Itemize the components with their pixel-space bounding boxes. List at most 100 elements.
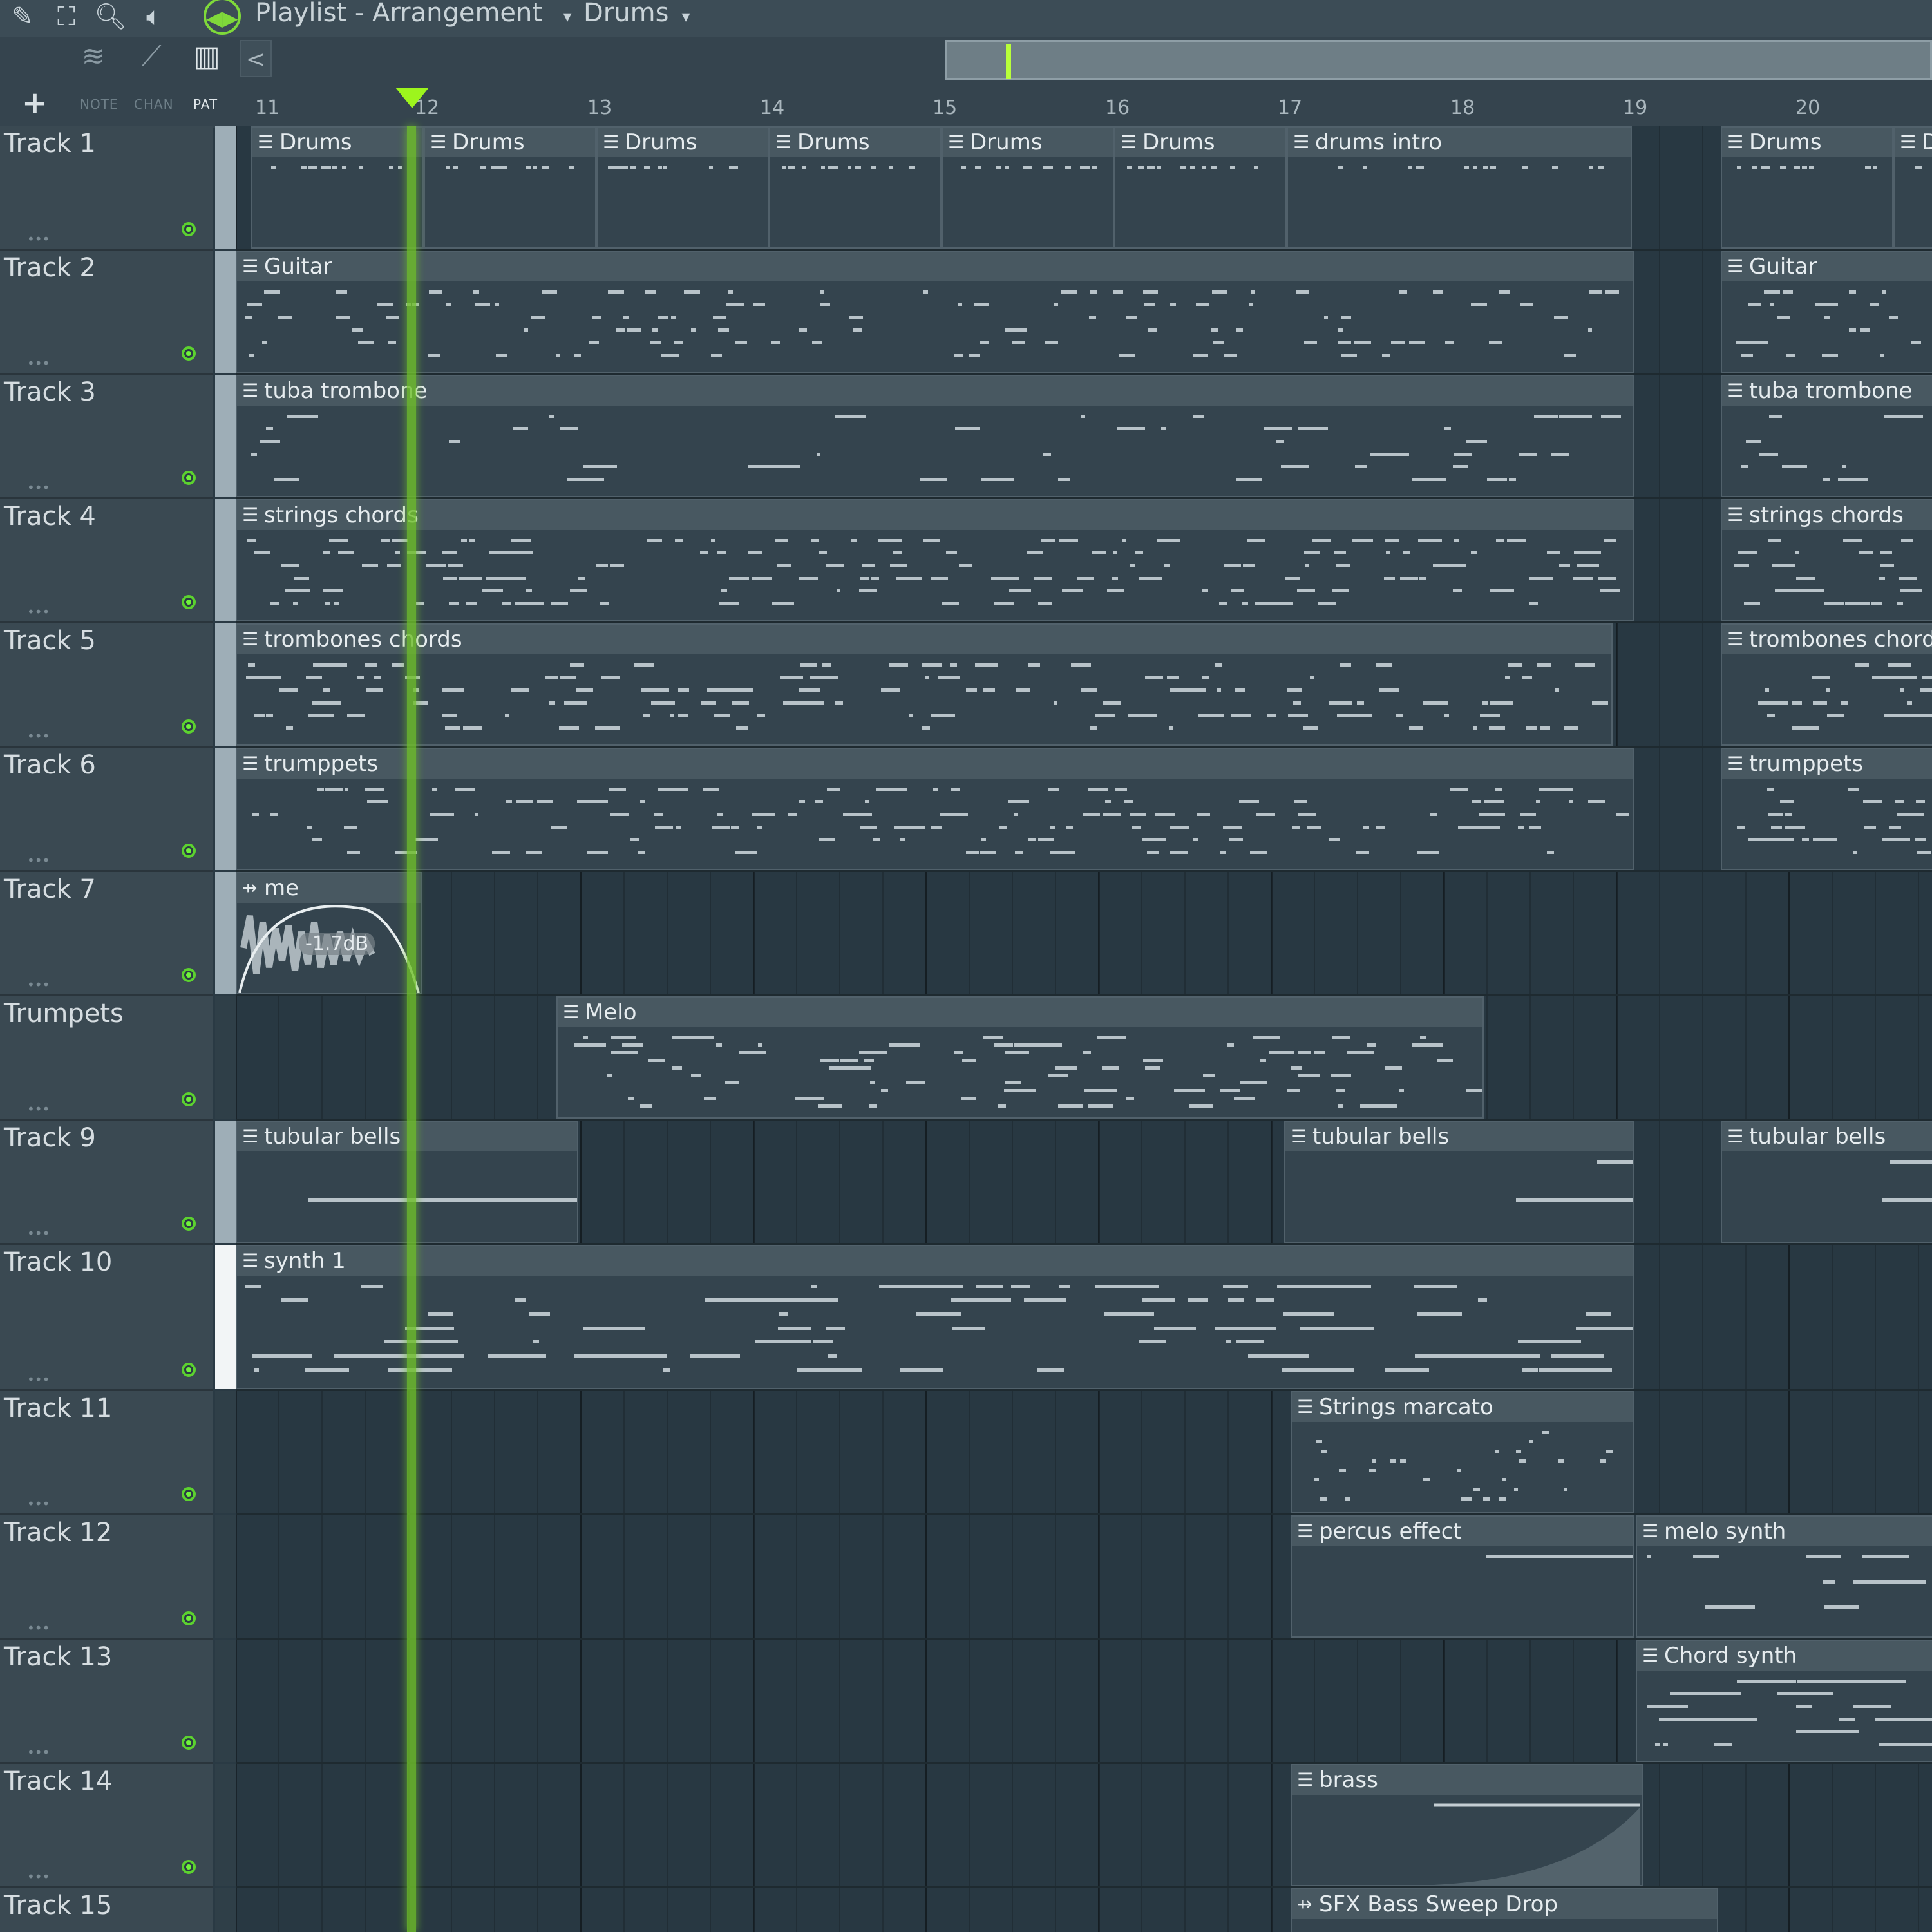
clip-trumpets[interactable]: ☰ trumppets xyxy=(1721,748,1932,870)
clip-trombones[interactable]: ☰ trombones chords xyxy=(1721,623,1932,746)
track-header-8[interactable]: Trumpets ••• xyxy=(0,996,213,1121)
track-name[interactable]: Track 7 xyxy=(4,875,96,904)
track-header-6[interactable]: Track 6 ••• xyxy=(0,748,213,872)
clip-strings[interactable]: ☰ strings chords xyxy=(236,499,1634,621)
track-mute-led[interactable] xyxy=(182,968,196,982)
clip-percus[interactable]: ☰ percus effect xyxy=(1291,1515,1634,1638)
track-grip-icon[interactable]: ••• xyxy=(27,1869,50,1884)
clip-header[interactable]: ☰ tubular bells xyxy=(1285,1122,1633,1151)
track-grip-icon[interactable]: ••• xyxy=(27,355,50,371)
clip-drums[interactable]: ☰Drums xyxy=(1721,126,1893,249)
pattern-tool-icon[interactable]: ▥ xyxy=(184,37,229,76)
play-mode-icon[interactable]: ◀▶ xyxy=(204,0,241,35)
clip-strings-marcato[interactable]: ☰ Strings marcato xyxy=(1291,1391,1634,1513)
clip-header[interactable]: ☰Drums xyxy=(425,128,595,157)
clip-strings[interactable]: ☰ strings chords xyxy=(1721,499,1932,621)
clip-guitar[interactable]: ☰ Guitar xyxy=(236,251,1634,373)
clip-chord-synth[interactable]: ☰ Chord synth xyxy=(1636,1640,1932,1762)
track-header-10[interactable]: Track 10 ••• xyxy=(0,1245,213,1391)
track-grip-icon[interactable]: ••• xyxy=(27,1372,50,1387)
fullscreen-icon[interactable]: ⛶ xyxy=(50,3,82,31)
track-name[interactable]: Track 6 xyxy=(4,750,96,780)
track-lane-2[interactable]: ☰ Guitar ☰ Guitar xyxy=(236,251,1932,375)
clip-drums[interactable]: ☰Drums xyxy=(251,126,424,249)
clip-drums[interactable]: ☰Drums xyxy=(769,126,942,249)
clip-drums[interactable]: ☰Drums xyxy=(942,126,1114,249)
ruler-bar-14[interactable]: 14 xyxy=(760,90,784,126)
ruler-bar-20[interactable]: 20 xyxy=(1795,90,1820,126)
clip-header[interactable]: ☰ tuba trombone xyxy=(237,376,1633,406)
clip-header[interactable]: ☰ trumppets xyxy=(237,749,1633,779)
clip-header[interactable]: ☰ trombones chords xyxy=(1722,625,1932,654)
track-mute-led[interactable] xyxy=(182,719,196,734)
track-mute-led[interactable] xyxy=(182,1860,196,1874)
track-mute-led[interactable] xyxy=(182,1217,196,1231)
playhead-marker[interactable] xyxy=(395,88,429,108)
track-header-2[interactable]: Track 2 ••• xyxy=(0,251,213,375)
track-lane-1[interactable]: ☰ Drums ☰ Drums ☰ Drums ☰ Drums ☰ Drums ☰ Drums ☰ dru… xyxy=(236,126,1932,251)
clip-header[interactable]: ☰Drums xyxy=(598,128,768,157)
track-lane-8[interactable]: ☰ Melo xyxy=(236,996,1932,1121)
track-name[interactable]: Track 11 xyxy=(4,1394,112,1423)
track-lane-5[interactable]: ☰ trombones chords ☰ trombones chords xyxy=(236,623,1932,748)
track-header-12[interactable]: Track 12 ••• xyxy=(0,1515,213,1640)
overview-scrollbar[interactable] xyxy=(945,40,1932,80)
track-grip-icon[interactable]: ••• xyxy=(27,231,50,247)
clip-header[interactable]: ☰ Chord synth xyxy=(1637,1641,1932,1671)
track-name[interactable]: Track 1 xyxy=(4,129,96,158)
clip-header[interactable]: ☰ trumppets xyxy=(1722,749,1932,779)
clip-header[interactable]: ☰ Guitar xyxy=(237,252,1633,281)
track-header-7[interactable]: Track 7 ••• xyxy=(0,872,213,996)
track-lane-15[interactable]: ⇸ SFX Bass Sweep Drop xyxy=(236,1888,1932,1932)
clip-header[interactable]: ⇸ me xyxy=(237,873,421,903)
pattern-dropdown-icon[interactable]: ▾ xyxy=(670,3,702,31)
track-mute-led[interactable] xyxy=(182,1363,196,1377)
audio-tool-icon[interactable]: ≋ xyxy=(71,37,116,76)
clip-drums[interactable]: ☰Drums xyxy=(596,126,769,249)
clip-brass[interactable]: ☰ brass xyxy=(1291,1764,1643,1886)
track-lane-11[interactable]: ☰ Strings marcato xyxy=(236,1391,1932,1515)
track-header-15[interactable]: Track 15 xyxy=(0,1888,213,1932)
track-header-3[interactable]: Track 3 ••• xyxy=(0,375,213,499)
speaker-icon[interactable]: 🔈︎ xyxy=(138,3,170,31)
clip-audio[interactable]: ⇸ me -1.7dB xyxy=(236,872,422,994)
ruler-bar-13[interactable]: 13 xyxy=(587,90,612,126)
track-header-13[interactable]: Track 13 ••• xyxy=(0,1640,213,1764)
track-grip-icon[interactable]: ••• xyxy=(27,853,50,868)
clip-tubular[interactable]: ☰ tubular bells xyxy=(1721,1121,1932,1243)
track-grip-icon[interactable]: ••• xyxy=(27,728,50,744)
ruler-bar-18[interactable]: 18 xyxy=(1450,90,1475,126)
track-header-4[interactable]: Track 4 ••• xyxy=(0,499,213,623)
track-mute-led[interactable] xyxy=(182,1736,196,1750)
track-name[interactable]: Track 15 xyxy=(4,1891,112,1920)
clip-header[interactable]: ☰Drums xyxy=(252,128,422,157)
clip-header[interactable]: ☰Drums xyxy=(770,128,940,157)
clip-guitar[interactable]: ☰ Guitar xyxy=(1721,251,1932,373)
track-mute-led[interactable] xyxy=(182,471,196,485)
track-grip-icon[interactable]: ••• xyxy=(27,1620,50,1636)
track-mute-led[interactable] xyxy=(182,844,196,858)
track-header-14[interactable]: Track 14 ••• xyxy=(0,1764,213,1888)
track-lane-3[interactable]: ☰ tuba trombone ☰ tuba trombone xyxy=(236,375,1932,499)
clip-tubular[interactable]: ☰ tubular bells xyxy=(1284,1121,1634,1243)
track-lane-14[interactable]: ☰ brass xyxy=(236,1764,1932,1888)
clip-header[interactable]: ⇸ SFX Bass Sweep Drop xyxy=(1292,1889,1717,1919)
ruler-bar-17[interactable]: 17 xyxy=(1278,90,1302,126)
track-mute-led[interactable] xyxy=(182,346,196,361)
ruler-bar-16[interactable]: 16 xyxy=(1105,90,1130,126)
track-header-9[interactable]: Track 9 ••• xyxy=(0,1121,213,1245)
track-name[interactable]: Track 10 xyxy=(4,1247,112,1277)
clip-header[interactable]: ☰Drums xyxy=(1895,128,1932,157)
track-grip-icon[interactable]: ••• xyxy=(27,604,50,620)
track-mute-led[interactable] xyxy=(182,1487,196,1501)
clip-drums-intro[interactable]: ☰ drums intro xyxy=(1287,126,1632,249)
clip-synth[interactable]: ☰ synth 1 xyxy=(236,1245,1634,1389)
track-lane-4[interactable]: ☰ strings chords ☰ strings chords xyxy=(236,499,1932,623)
track-name[interactable]: Track 13 xyxy=(4,1642,112,1672)
clip-header[interactable]: ☰ melo synth xyxy=(1637,1517,1932,1546)
track-grip-icon[interactable]: ••• xyxy=(27,480,50,495)
track-lane-6[interactable]: ☰ trumppets ☰ trumppets xyxy=(236,748,1932,872)
clip-header[interactable]: ☰Drums xyxy=(1115,128,1285,157)
track-lane-7[interactable]: ⇸ me -1.7dB xyxy=(236,872,1932,996)
clip-tuba[interactable]: ☰ tuba trombone xyxy=(236,375,1634,497)
